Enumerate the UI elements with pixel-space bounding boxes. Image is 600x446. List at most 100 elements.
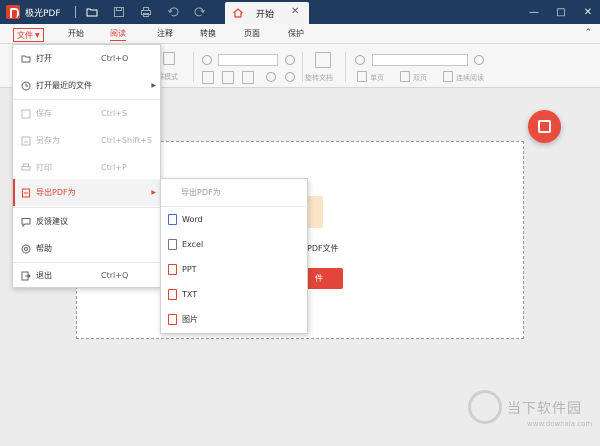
- file-menu-save-as-label: 另存为: [36, 136, 60, 145]
- export-icon: [22, 188, 30, 197]
- continuous-icon[interactable]: [443, 71, 453, 82]
- menu-page[interactable]: 页面: [244, 28, 260, 39]
- file-menu-print[interactable]: 打印 Ctrl+P: [13, 154, 160, 181]
- file-menu-recent[interactable]: 打开最近的文件 ▶: [13, 72, 160, 99]
- tab-close-icon[interactable]: ✕: [291, 7, 301, 17]
- export-image-label: 图片: [182, 315, 198, 324]
- file-menu-feedback-label: 反馈建议: [36, 217, 68, 226]
- file-menu-save-shortcut: Ctrl+S: [101, 109, 128, 118]
- file-menu-export[interactable]: 导出PDF为 ▶: [13, 179, 160, 206]
- export-txt[interactable]: TXT: [161, 282, 307, 307]
- export-word-label: Word: [182, 215, 203, 224]
- single-page-icon[interactable]: [357, 71, 367, 82]
- page-number-input[interactable]: [372, 54, 468, 66]
- file-menu-exit[interactable]: 退出 Ctrl+Q: [13, 262, 160, 289]
- file-menu-open-label: 打开: [36, 54, 52, 63]
- file-menu-export-label: 导出PDF为: [36, 188, 76, 197]
- menu-bar: 文件 ▼ 开始 阅读 注释 转换 页面 保护 ⌃: [0, 24, 600, 44]
- menu-start[interactable]: 开始: [68, 28, 84, 39]
- menu-file-label: 文件: [17, 30, 33, 40]
- fit-page-icon[interactable]: [202, 71, 214, 84]
- file-menu-help-label: 帮助: [36, 244, 52, 253]
- watermark-url: www.downxia.com: [527, 420, 593, 428]
- menu-annotate[interactable]: 注释: [157, 28, 173, 39]
- actual-size-icon[interactable]: [242, 71, 254, 84]
- menu-read[interactable]: 阅读: [110, 28, 126, 41]
- export-word[interactable]: Word: [161, 207, 307, 232]
- file-menu-recent-label: 打开最近的文件: [36, 81, 92, 90]
- prev-page-icon[interactable]: [355, 55, 365, 65]
- collapse-ribbon-icon[interactable]: ⌃: [584, 28, 592, 38]
- open-icon: [21, 55, 31, 62]
- toolbar-separator: [193, 52, 194, 82]
- feedback-icon: [21, 217, 31, 227]
- ppt-file-icon: [168, 264, 177, 275]
- export-ppt[interactable]: PPT: [161, 257, 307, 282]
- export-txt-label: TXT: [182, 290, 198, 299]
- watermark-logo-icon: [468, 390, 502, 424]
- menu-file[interactable]: 文件 ▼: [13, 28, 44, 42]
- export-image[interactable]: 图片: [161, 307, 307, 332]
- file-menu-save-as[interactable]: 另存为 Ctrl+Shift+S: [13, 127, 160, 154]
- tab-home[interactable]: 开始 ✕: [225, 2, 309, 24]
- image-file-icon: [168, 314, 177, 325]
- file-menu: 打开 Ctrl+O 打开最近的文件 ▶ 保存 Ctrl+S 另存为 Ctrl+S…: [12, 44, 161, 288]
- export-submenu-header: 导出PDF为: [181, 188, 221, 197]
- zoom-out-icon[interactable]: [202, 55, 212, 65]
- file-menu-help[interactable]: 帮助: [13, 235, 160, 262]
- tool-continuous-label[interactable]: 连续阅读: [456, 73, 484, 83]
- rotate-left-icon[interactable]: [266, 72, 276, 82]
- tab-home-label: 开始: [256, 9, 275, 20]
- tool-single-label[interactable]: 单页: [370, 73, 384, 83]
- submenu-arrow-icon: ▶: [151, 189, 156, 196]
- chevron-down-icon: ▼: [35, 31, 40, 39]
- file-menu-exit-label: 退出: [36, 271, 52, 280]
- menu-protect[interactable]: 保护: [288, 28, 304, 39]
- print-icon: [21, 163, 31, 170]
- double-page-icon[interactable]: [400, 71, 410, 82]
- menu-convert[interactable]: 转换: [200, 28, 216, 39]
- fullscreen-icon: [163, 52, 175, 65]
- export-excel[interactable]: Excel: [161, 232, 307, 257]
- file-menu-print-shortcut: Ctrl+P: [101, 163, 127, 172]
- file-menu-exit-shortcut: Ctrl+Q: [101, 271, 129, 280]
- help-icon: [21, 244, 31, 253]
- save-icon[interactable]: [108, 0, 130, 24]
- app-logo-icon: [6, 5, 20, 19]
- txt-file-icon: [168, 289, 177, 300]
- file-menu-feedback[interactable]: 反馈建议: [13, 208, 160, 235]
- watermark-text: 当下软件园: [507, 401, 582, 417]
- print-icon[interactable]: [135, 0, 157, 24]
- maximize-button[interactable]: □: [549, 0, 573, 24]
- excel-file-icon: [168, 239, 177, 250]
- title-separator: [74, 6, 76, 18]
- save-icon: [21, 109, 31, 118]
- undo-icon[interactable]: [162, 0, 184, 24]
- exit-icon: [21, 271, 31, 280]
- title-bar: 极光PDF 开始 ✕ — □ ✕: [0, 0, 600, 24]
- open-folder-icon[interactable]: [81, 0, 103, 24]
- floating-action-button[interactable]: [528, 110, 561, 143]
- file-menu-save[interactable]: 保存 Ctrl+S: [13, 100, 160, 127]
- tool-double-label[interactable]: 双页: [413, 73, 427, 83]
- fit-width-icon[interactable]: [222, 71, 234, 84]
- zoom-in-icon[interactable]: [285, 55, 295, 65]
- export-submenu: 导出PDF为 Word Excel PPT TXT 图片: [160, 178, 308, 334]
- zoom-select[interactable]: [218, 54, 278, 66]
- tool-rotate-label: 旋转文档: [305, 74, 333, 82]
- close-window-button[interactable]: ✕: [576, 0, 600, 24]
- app-name: 极光PDF: [25, 8, 61, 19]
- file-menu-print-label: 打印: [36, 163, 52, 172]
- toolbar-separator: [345, 52, 346, 82]
- window-controls: — □ ✕: [519, 0, 600, 24]
- export-excel-label: Excel: [182, 240, 204, 249]
- rotate-document-icon[interactable]: [315, 52, 331, 68]
- submenu-arrow-icon: ▶: [151, 82, 156, 89]
- file-menu-open[interactable]: 打开 Ctrl+O: [13, 45, 160, 72]
- next-page-icon[interactable]: [474, 55, 484, 65]
- redo-icon[interactable]: [189, 0, 211, 24]
- smile-icon: [538, 120, 551, 133]
- file-menu-save-as-shortcut: Ctrl+Shift+S: [101, 136, 152, 145]
- minimize-button[interactable]: —: [522, 0, 546, 24]
- rotate-right-icon[interactable]: [285, 72, 295, 82]
